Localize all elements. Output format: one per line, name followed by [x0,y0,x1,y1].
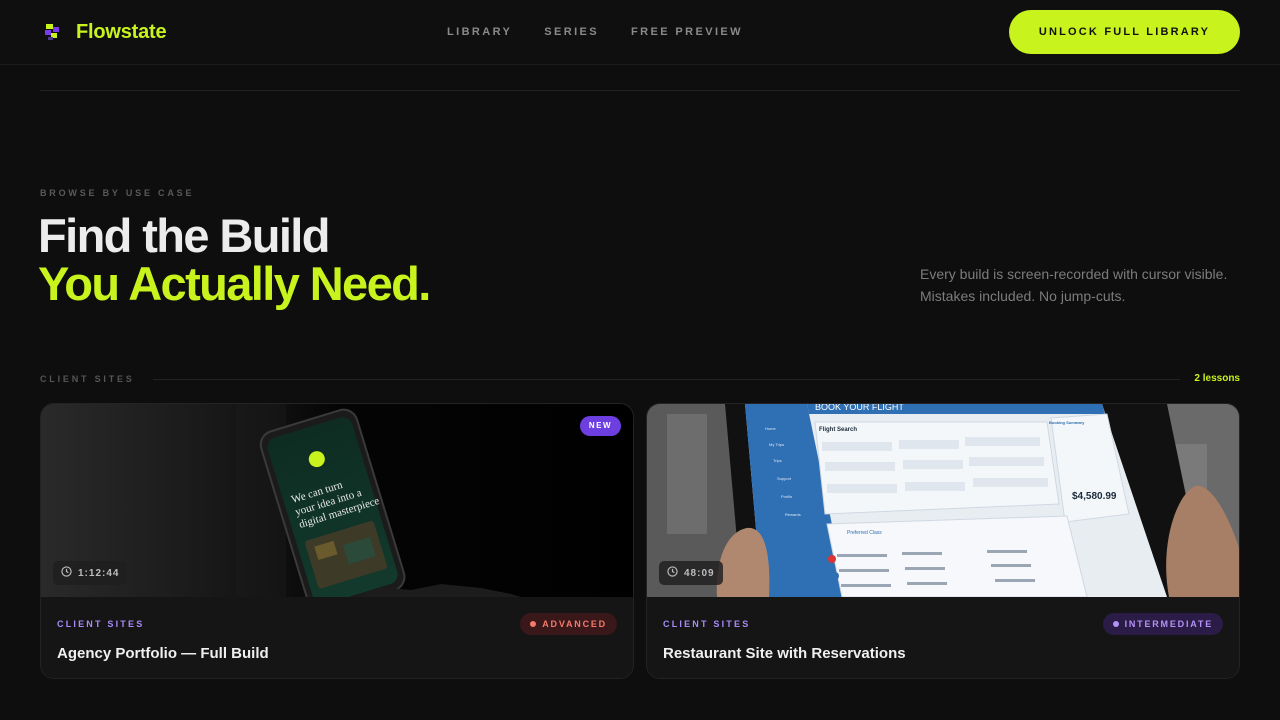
tablet-header-text: BOOK YOUR FLIGHT [815,404,904,412]
lesson-card[interactable]: BOOK YOUR FLIGHT Flight Search Preferred… [646,403,1240,679]
svg-text:Support: Support [777,476,792,481]
lesson-category: CLIENT SITES [663,619,751,629]
phone-mockup-image: We can turn your idea into a digital mas… [41,404,633,597]
difficulty-badge: INTERMEDIATE [1102,613,1223,635]
svg-text:$4,580.99: $4,580.99 [1072,491,1117,502]
logo-icon [40,19,66,45]
svg-text:My Trips: My Trips [769,442,784,447]
lesson-category: CLIENT SITES [57,619,145,629]
duration-badge: 48:09 [659,561,723,585]
lesson-card-body: CLIENT SITES INTERMEDIATE Restaurant Sit… [647,597,1239,678]
lesson-card-body: CLIENT SITES ADVANCED Agency Portfolio —… [41,597,633,678]
svg-text:Booking Summary: Booking Summary [1049,420,1085,425]
svg-text:Profile: Profile [781,494,793,499]
lesson-thumbnail[interactable]: BOOK YOUR FLIGHT Flight Search Preferred… [647,404,1239,597]
nav-series[interactable]: SERIES [544,26,599,38]
brand-name: Flowstate [76,20,167,43]
svg-text:Rewards: Rewards [785,512,801,517]
new-badge: NEW [579,416,621,436]
dot-icon [1112,621,1119,627]
tablet-photo-image: BOOK YOUR FLIGHT Flight Search Preferred… [647,404,1239,597]
clock-icon [667,566,678,580]
svg-text:Flight Search: Flight Search [819,427,857,433]
hero-description: Every build is screen-recorded with curs… [920,266,1228,304]
dot-icon [530,621,537,627]
duration-text: 1:12:44 [78,567,120,579]
lesson-card[interactable]: We can turn your idea into a digital mas… [40,403,634,679]
lesson-thumbnail[interactable]: We can turn your idea into a digital mas… [41,404,633,597]
svg-text:Preferred Class: Preferred Class [847,530,882,536]
brand[interactable]: Flowstate [40,19,167,45]
nav-library[interactable]: LIBRARY [447,26,512,38]
svg-text:Trips: Trips [773,458,782,463]
section-label: CLIENT SITES [40,374,135,384]
unlock-full-library-button[interactable]: UNLOCK FULL LIBRARY [1009,10,1240,54]
main-nav: LIBRARY SERIES FREE PREVIEW [447,26,743,38]
lesson-title[interactable]: Restaurant Site with Reservations [663,645,906,662]
difficulty-label: INTERMEDIATE [1124,619,1213,629]
clock-icon [61,566,72,580]
hero-title-line-1: Find the Build [38,209,330,262]
section-divider [153,379,1180,380]
top-navigation-bar: Flowstate LIBRARY SERIES FREE PREVIEW UN… [0,0,1280,65]
difficulty-label: ADVANCED [542,619,607,629]
svg-text:Home: Home [765,426,776,431]
duration-badge: 1:12:44 [53,561,128,585]
divider [40,90,1240,91]
lesson-title[interactable]: Agency Portfolio — Full Build [57,645,269,662]
hero-eyebrow: BROWSE BY USE CASE [40,188,195,198]
difficulty-badge: ADVANCED [520,613,617,635]
nav-free-preview[interactable]: FREE PREVIEW [631,26,743,38]
hero-title-line-2: You Actually Need. [38,257,431,310]
duration-text: 48:09 [684,567,715,579]
lesson-count: 2 lessons [1194,373,1240,384]
